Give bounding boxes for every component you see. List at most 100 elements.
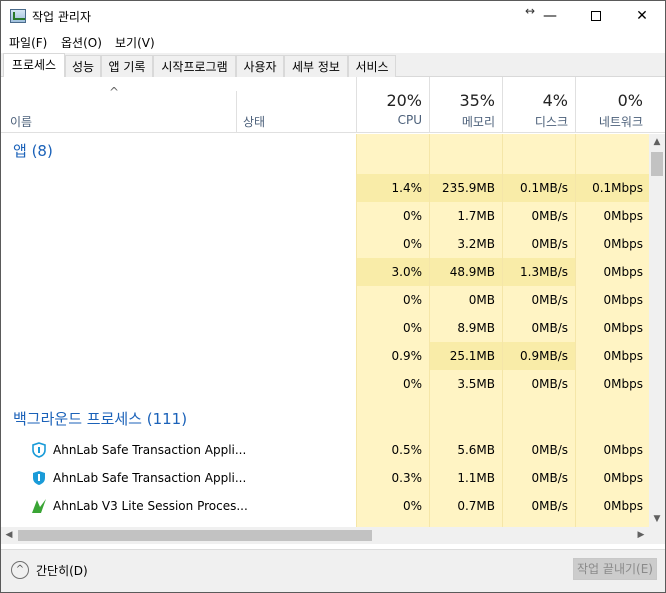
table-row[interactable]: AhnLab Safe Transaction Appli... 0.5% 5.6M…	[1, 436, 649, 464]
table-row[interactable]: AhnLab Safe Transaction Appli... 0.3% 1.1M…	[1, 464, 649, 492]
cell-cpu: 0%	[356, 286, 429, 314]
table-row-partial[interactable]	[1, 520, 649, 527]
cell-mem: 3.5MB	[429, 370, 502, 398]
cell-mem	[429, 520, 502, 527]
tab-performance[interactable]: 성능	[65, 55, 101, 77]
cell-disk: 0MB/s	[502, 370, 575, 398]
menu-options[interactable]: 옵션(O)	[61, 34, 102, 51]
table-row[interactable]: 0% 3.5MB 0MB/s 0Mbps	[1, 370, 649, 398]
tab-details[interactable]: 세부 정보	[284, 55, 348, 77]
cell-net: 0Mbps	[575, 230, 649, 258]
sort-ascending-icon[interactable]: ^	[109, 85, 119, 99]
network-label: 네트워크	[598, 115, 643, 129]
cell-mem: 5.6MB	[429, 436, 502, 464]
cell-net: 0Mbps	[575, 342, 649, 370]
minimize-button[interactable]: —	[527, 1, 573, 31]
cell-cpu: 1.4%	[356, 174, 429, 202]
maximize-button[interactable]	[573, 1, 619, 31]
tab-startup[interactable]: 시작프로그램	[153, 55, 236, 77]
horizontal-scrollbar[interactable]: ◀ ▶	[1, 527, 649, 544]
cell-net: 0Mbps	[575, 370, 649, 398]
cell-empty	[356, 398, 429, 436]
cell-cpu: 0%	[356, 202, 429, 230]
fewer-details-link[interactable]: 간단히(D)	[36, 562, 88, 579]
column-disk[interactable]: 4% 디스크	[502, 77, 575, 133]
tab-app-history[interactable]: 앱 기록	[101, 55, 153, 77]
column-cpu[interactable]: 20% CPU	[356, 77, 429, 133]
table-row[interactable]: 0% 8.9MB 0MB/s 0Mbps	[1, 314, 649, 342]
process-name: AhnLab Safe Transaction Appli...	[53, 443, 247, 457]
cell-mem: 3.2MB	[429, 230, 502, 258]
menu-file[interactable]: 파일(F)	[9, 34, 47, 51]
end-task-button[interactable]: 작업 끝내기(E)	[573, 558, 657, 580]
table-row[interactable]: 0.9% 25.1MB 0.9MB/s 0Mbps	[1, 342, 649, 370]
scroll-right-icon[interactable]: ▶	[633, 527, 649, 544]
group-title-background: 백그라운드 프로세스 (111)	[13, 410, 188, 428]
cpu-total: 20%	[386, 91, 422, 110]
menu-bar: 파일(F) 옵션(O) 보기(V)	[1, 31, 665, 53]
table-row[interactable]: AhnLab V3 Lite Session Proces... 0% 0.7MB 0…	[1, 492, 649, 520]
cell-net: 0Mbps	[575, 202, 649, 230]
cell-mem: 0MB	[429, 286, 502, 314]
cell-net: 0Mbps	[575, 436, 649, 464]
cell-empty	[502, 134, 575, 174]
cell-disk: 0MB/s	[502, 492, 575, 520]
menu-view[interactable]: 보기(V)	[115, 34, 155, 51]
cell-disk: 0.9MB/s	[502, 342, 575, 370]
cell-disk: 0MB/s	[502, 202, 575, 230]
cell-net: 0Mbps	[575, 286, 649, 314]
vertical-scrollbar[interactable]: ▲ ▼	[649, 134, 665, 527]
horizontal-scroll-thumb[interactable]	[18, 530, 372, 541]
table-row[interactable]: 0% 1.7MB 0MB/s 0Mbps	[1, 202, 649, 230]
column-header: ^ 이름 상태 20% CPU 35% 메모리 4% 디스크 0% 네트워크	[1, 77, 665, 133]
tab-services[interactable]: 서비스	[348, 55, 396, 77]
scroll-left-icon[interactable]: ◀	[1, 527, 17, 544]
v3-leaf-icon	[31, 498, 47, 514]
table-row[interactable]: 1.4% 235.9MB 0.1MB/s 0.1Mbps	[1, 174, 649, 202]
close-button[interactable]: ✕	[619, 1, 665, 31]
column-status[interactable]: 상태	[243, 113, 265, 130]
cell-empty	[429, 398, 502, 436]
shield-outline-icon	[31, 442, 47, 458]
group-title-apps: 앱 (8)	[13, 142, 53, 160]
cell-cpu: 0%	[356, 314, 429, 342]
window-title: 작업 관리자	[32, 10, 92, 24]
maximize-icon	[591, 11, 601, 21]
cell-mem: 8.9MB	[429, 314, 502, 342]
cell-cpu: 0.9%	[356, 342, 429, 370]
disk-label: 디스크	[534, 115, 568, 129]
cell-net: 0Mbps	[575, 258, 649, 286]
cell-net	[575, 520, 649, 527]
table-row[interactable]: 3.0% 48.9MB 1.3MB/s 0Mbps	[1, 258, 649, 286]
cell-cpu: 3.0%	[356, 258, 429, 286]
table-row[interactable]: 0% 0MB 0MB/s 0Mbps	[1, 286, 649, 314]
cell-mem: 1.1MB	[429, 464, 502, 492]
cell-cpu: 0%	[356, 370, 429, 398]
scroll-corner	[649, 527, 665, 544]
cell-mem: 48.9MB	[429, 258, 502, 286]
vertical-scroll-thumb[interactable]	[651, 152, 663, 176]
group-header-background[interactable]: 백그라운드 프로세스 (111)	[1, 398, 649, 436]
collapse-chevron-icon[interactable]: ^	[11, 561, 29, 579]
cell-net: 0Mbps	[575, 492, 649, 520]
cell-net: 0.1Mbps	[575, 174, 649, 202]
column-network[interactable]: 0% 네트워크	[575, 77, 650, 133]
cell-mem: 235.9MB	[429, 174, 502, 202]
cell-cpu: 0%	[356, 492, 429, 520]
process-name: AhnLab V3 Lite Session Proces...	[53, 499, 248, 513]
tab-processes[interactable]: 프로세스	[3, 53, 65, 78]
group-header-apps[interactable]: 앱 (8)	[1, 134, 649, 174]
table-row[interactable]: 0% 3.2MB 0MB/s 0Mbps	[1, 230, 649, 258]
column-divider	[236, 91, 237, 133]
cell-empty	[429, 134, 502, 174]
scroll-up-icon[interactable]: ▲	[649, 134, 665, 150]
cell-disk: 0MB/s	[502, 464, 575, 492]
rows-area: 앱 (8) 1.4% 235.9MB 0.1MB/s 0.1Mbps 0% 1.7MB 0MB…	[1, 134, 649, 527]
cell-disk: 0.1MB/s	[502, 174, 575, 202]
column-memory[interactable]: 35% 메모리	[429, 77, 502, 133]
scroll-down-icon[interactable]: ▼	[649, 511, 665, 527]
tab-users[interactable]: 사용자	[236, 55, 284, 77]
cell-mem: 1.7MB	[429, 202, 502, 230]
cell-disk: 0MB/s	[502, 286, 575, 314]
column-name[interactable]: 이름	[10, 113, 32, 130]
